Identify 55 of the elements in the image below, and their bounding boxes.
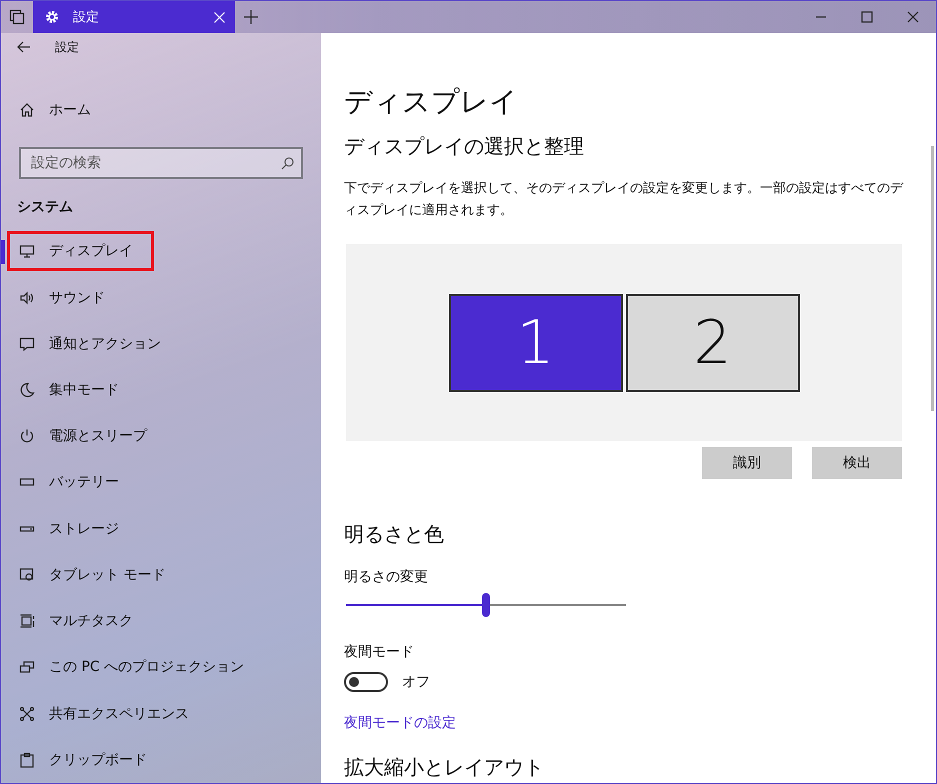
plus-icon: [243, 9, 259, 25]
nav-item[interactable]: 電源とスリープ: [7, 416, 168, 456]
toggle-label: 夜間モード: [344, 643, 415, 661]
overlapping-windows-icon: [9, 9, 25, 25]
maximize-icon: [859, 9, 875, 25]
action-button[interactable]: 識別: [702, 447, 792, 479]
share-icon: [19, 706, 35, 722]
home-nav-item[interactable]: ホーム: [1, 88, 321, 132]
scrollbar[interactable]: [931, 146, 934, 411]
nav-item[interactable]: 共有エクスペリエンス: [7, 694, 210, 734]
close-icon[interactable]: [214, 12, 225, 22]
power-icon: [19, 428, 35, 444]
toggle-switch[interactable]: [344, 672, 388, 692]
tablet-icon: [19, 566, 35, 583]
multitask-icon: [19, 613, 35, 630]
monitor-tile[interactable]: 1: [448, 294, 622, 392]
moon-icon: [19, 382, 35, 398]
projection-icon: [19, 659, 35, 676]
monitor-icon: [19, 243, 35, 260]
settings-icon: [45, 10, 59, 24]
toggle-state: オフ: [402, 673, 430, 691]
nav-item[interactable]: この PC へのプロジェクション: [7, 647, 266, 688]
nav-item[interactable]: タブレット モード: [7, 554, 186, 595]
section-heading: 拡大縮小とレイアウト: [344, 754, 545, 781]
clipboard-icon: [19, 752, 35, 768]
close-icon: [905, 9, 921, 25]
active-tab[interactable]: 設定: [33, 1, 235, 33]
nav-item[interactable]: 集中モード: [7, 370, 140, 410]
section-heading: 明るさと色: [344, 521, 445, 548]
slider-label: 明るさの変更: [344, 568, 429, 586]
speaker-icon: [19, 290, 35, 306]
search-field[interactable]: 設定の検索: [19, 147, 303, 180]
description: 下でディスプレイを選択して、そのディスプレイの設定を変更します。一部の設定はすべてのディスプレイに適用されます。: [344, 180, 904, 220]
night-mode-settings-link[interactable]: 夜間モードの設定: [344, 714, 456, 732]
minimize-icon: [816, 16, 826, 18]
nav-item[interactable]: マルチタスク: [7, 601, 154, 642]
speech-bubble-icon: [19, 336, 35, 352]
brightness-slider[interactable]: [346, 593, 626, 617]
nav-item[interactable]: サウンド: [7, 278, 126, 318]
app-title: 設定: [55, 38, 79, 56]
nav-item[interactable]: ストレージ: [7, 508, 140, 549]
search-icon[interactable]: [281, 157, 294, 170]
home-icon: [19, 102, 35, 118]
back-arrow-icon[interactable]: [17, 41, 31, 54]
slider-thumb[interactable]: [482, 593, 490, 617]
section-heading: ディスプレイの選択と整理: [344, 133, 585, 160]
tab-title: 設定: [73, 9, 100, 26]
section-heading: システム: [16, 198, 74, 218]
nav-item[interactable]: ディスプレイ: [7, 231, 154, 272]
action-button[interactable]: 検出: [812, 447, 902, 479]
page-title: ディスプレイ: [344, 84, 519, 120]
nav-item[interactable]: バッテリー: [7, 462, 140, 502]
nav-item[interactable]: クリップボード: [7, 740, 168, 780]
monitor-tile[interactable]: 2: [626, 294, 800, 392]
nav-item[interactable]: 通知とアクション: [7, 324, 182, 364]
